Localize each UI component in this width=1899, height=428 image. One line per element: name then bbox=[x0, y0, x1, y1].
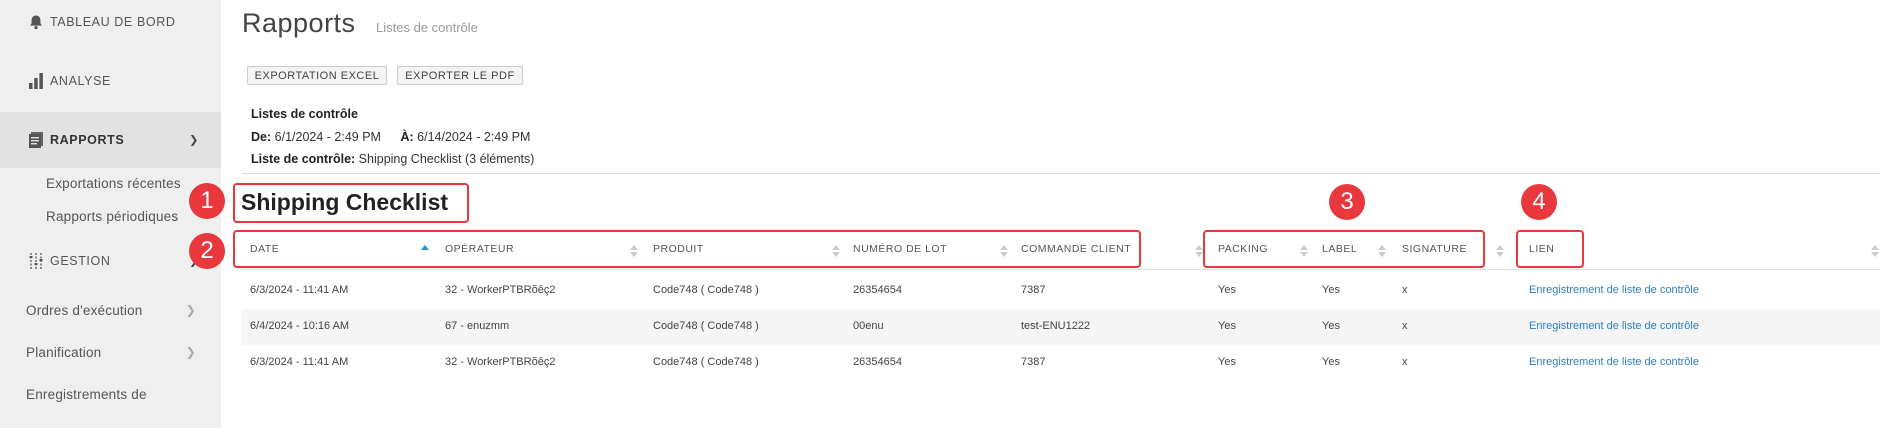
divider bbox=[242, 173, 1880, 174]
nav-dashboard[interactable]: TABLEAU DE BORD bbox=[0, 0, 221, 50]
nav-planning-label: Planification bbox=[26, 345, 102, 360]
page-title: Rapports bbox=[242, 8, 356, 38]
cell-signature: x bbox=[1402, 320, 1408, 332]
chevron-right-icon: ❯ bbox=[185, 303, 196, 317]
nav-reports[interactable]: RAPPORTS ❯ bbox=[0, 112, 221, 168]
bell-icon bbox=[26, 12, 46, 32]
nav-periodic-reports[interactable]: Rapports périodiques bbox=[46, 209, 178, 224]
report-icon bbox=[26, 130, 46, 150]
cell-date: 6/3/2024 - 11:41 AM bbox=[250, 284, 349, 296]
annotation-box-4 bbox=[1516, 230, 1584, 268]
table-row: 6/3/2024 - 11:41 AM 32 - WorkerPTBRõêç2 … bbox=[241, 273, 1880, 309]
nav-reports-label: RAPPORTS bbox=[50, 133, 125, 147]
annotation-badge-3: 3 bbox=[1329, 184, 1365, 220]
export-pdf-button[interactable]: EXPORTER LE PDF bbox=[397, 66, 523, 85]
cell-signature: x bbox=[1402, 356, 1408, 368]
nav-management[interactable]: GESTION ❯ bbox=[0, 233, 221, 289]
nav-planning[interactable]: Planification ❯ bbox=[26, 345, 196, 360]
cell-date: 6/4/2024 - 10:16 AM bbox=[250, 320, 350, 332]
info-heading: Listes de contrôle bbox=[251, 107, 358, 121]
bar-chart-icon bbox=[26, 71, 46, 91]
cell-label: Yes bbox=[1322, 284, 1340, 296]
to-label: À: bbox=[400, 130, 414, 144]
nav-analysis[interactable]: ANALYSE bbox=[0, 53, 221, 109]
checklist-value: Shipping Checklist (3 éléments) bbox=[358, 152, 535, 166]
nav-dashboard-label: TABLEAU DE BORD bbox=[50, 15, 176, 29]
annotation-box-1 bbox=[233, 183, 469, 223]
page-subtitle: Listes de contrôle bbox=[376, 20, 478, 35]
sidebar: TABLEAU DE BORD ANALYSE RAPPORTS ❯ Expor… bbox=[0, 0, 221, 428]
cell-label: Yes bbox=[1322, 320, 1340, 332]
table-row: 6/3/2024 - 11:41 AM 32 - WorkerPTBRõêç2 … bbox=[241, 345, 1880, 381]
annotation-box-2 bbox=[233, 230, 1141, 268]
cell-client-order: 7387 bbox=[1021, 356, 1046, 368]
cell-lot-number: 00enu bbox=[853, 320, 884, 332]
cell-packing: Yes bbox=[1218, 320, 1236, 332]
chevron-right-icon: ❯ bbox=[185, 345, 196, 359]
cell-label: Yes bbox=[1322, 356, 1340, 368]
cell-signature: x bbox=[1402, 284, 1408, 296]
sort-icon[interactable] bbox=[1195, 244, 1203, 260]
cell-product: Code748 ( Code748 ) bbox=[653, 320, 759, 332]
cell-operator: 32 - WorkerPTBRõêç2 bbox=[445, 284, 556, 296]
cell-lot-number: 26354654 bbox=[853, 356, 902, 368]
nav-execution-orders[interactable]: Ordres d'exécution ❯ bbox=[26, 303, 196, 318]
cell-packing: Yes bbox=[1218, 356, 1236, 368]
sliders-icon bbox=[26, 251, 46, 271]
from-value: 6/1/2024 - 2:49 PM bbox=[274, 130, 381, 144]
export-excel-button[interactable]: EXPORTATION EXCEL bbox=[247, 66, 387, 85]
table-row: 6/4/2024 - 10:16 AM 67 - enuzmm Code748 … bbox=[241, 309, 1880, 345]
nav-records[interactable]: Enregistrements de bbox=[26, 387, 196, 402]
to-value: 6/14/2024 - 2:49 PM bbox=[417, 130, 531, 144]
checklist-label: Liste de contrôle: bbox=[251, 152, 356, 166]
cell-packing: Yes bbox=[1218, 284, 1236, 296]
cell-product: Code748 ( Code748 ) bbox=[653, 284, 759, 296]
nav-execution-orders-label: Ordres d'exécution bbox=[26, 303, 143, 318]
cell-lot-number: 26354654 bbox=[853, 284, 902, 296]
cell-client-order: 7387 bbox=[1021, 284, 1046, 296]
from-label: De: bbox=[251, 130, 272, 144]
annotation-box-3 bbox=[1203, 230, 1485, 268]
nav-analysis-label: ANALYSE bbox=[50, 74, 111, 88]
cell-operator: 32 - WorkerPTBRõêç2 bbox=[445, 356, 556, 368]
annotation-badge-1: 1 bbox=[189, 183, 225, 219]
annotation-badge-2: 2 bbox=[189, 233, 225, 269]
cell-client-order: test-ENU1222 bbox=[1021, 320, 1091, 332]
nav-recent-exports[interactable]: Exportations récentes bbox=[46, 176, 181, 191]
sort-icon[interactable] bbox=[1496, 244, 1504, 260]
date-range: De: 6/1/2024 - 2:49 PM À: 6/14/2024 - 2:… bbox=[251, 130, 530, 144]
checklist-record-link[interactable]: Enregistrement de liste de contrôle bbox=[1529, 284, 1699, 296]
checklist-record-link[interactable]: Enregistrement de liste de contrôle bbox=[1529, 356, 1699, 368]
nav-management-label: GESTION bbox=[50, 254, 111, 268]
sort-icon[interactable] bbox=[1871, 244, 1879, 260]
checklist-info: Liste de contrôle: Shipping Checklist (3… bbox=[251, 152, 534, 166]
annotation-badge-4: 4 bbox=[1521, 184, 1557, 220]
chevron-down-icon[interactable]: ❯ bbox=[189, 134, 199, 147]
nav-records-label: Enregistrements de bbox=[26, 387, 147, 402]
cell-operator: 67 - enuzmm bbox=[445, 320, 510, 332]
cell-product: Code748 ( Code748 ) bbox=[653, 356, 759, 368]
cell-date: 6/3/2024 - 11:41 AM bbox=[250, 356, 349, 368]
checklist-record-link[interactable]: Enregistrement de liste de contrôle bbox=[1529, 320, 1699, 332]
divider bbox=[241, 269, 1880, 270]
